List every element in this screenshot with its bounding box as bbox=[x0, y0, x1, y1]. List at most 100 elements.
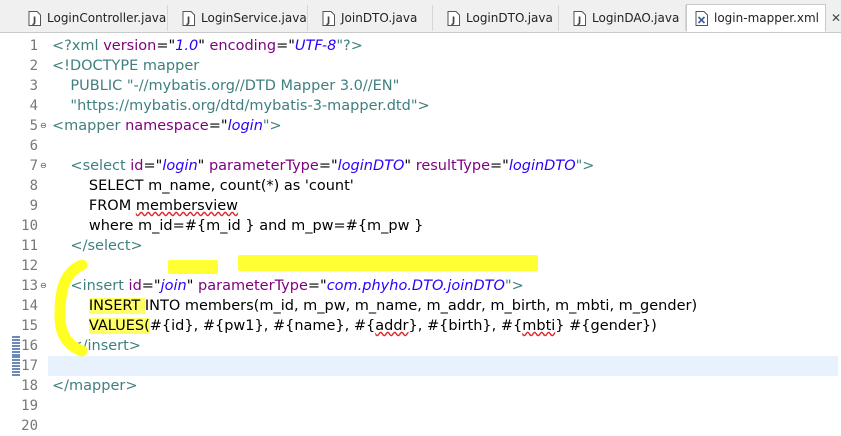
token: login bbox=[227, 118, 263, 134]
token: com.phyho.DTO.joinDTO bbox=[326, 278, 505, 294]
code-line: 1 <?xml version="1.0" encoding="UTF-8"?> bbox=[0, 36, 841, 56]
java-file-icon: J bbox=[322, 10, 335, 26]
highlighted-token: INSERT bbox=[88, 298, 145, 314]
token: }, #{birth}, #{ bbox=[408, 318, 523, 334]
token: =" bbox=[143, 158, 163, 174]
fold-toggle-icon[interactable]: ⊖ bbox=[40, 162, 48, 170]
java-file-icon: J bbox=[573, 10, 586, 26]
line-number: 4 bbox=[29, 98, 38, 114]
token: parameterType bbox=[198, 278, 308, 294]
token: loginDTO bbox=[508, 158, 576, 174]
token: login bbox=[162, 158, 198, 174]
java-file-icon: J bbox=[447, 10, 460, 26]
code-line: 2 <!DOCTYPE mapper bbox=[0, 56, 841, 76]
token: =" bbox=[208, 118, 228, 134]
token: " bbox=[404, 158, 416, 174]
token: <?xml bbox=[52, 38, 104, 54]
code-line: 4 "https://mybatis.org/dtd/mybatis-3-map… bbox=[0, 96, 841, 116]
line-number: 1 bbox=[29, 38, 38, 54]
code-line: 18 </mapper> bbox=[0, 376, 841, 396]
token: resultType bbox=[415, 158, 491, 174]
line-number: 2 bbox=[29, 58, 38, 74]
code-line: 20 bbox=[0, 416, 841, 436]
code-text: <insert id="join" parameterType="com.phy… bbox=[52, 276, 523, 296]
line-number: 11 bbox=[21, 238, 38, 254]
code-text: PUBLIC "-//mybatis.org//DTD Mapper 3.0//… bbox=[52, 78, 400, 94]
code-text: FROM membersview bbox=[52, 196, 238, 216]
line-number: 5 bbox=[29, 118, 38, 134]
code-line: 13 ⊖ <insert id="join" parameterType="co… bbox=[0, 276, 841, 296]
line-number: 20 bbox=[21, 418, 38, 434]
token: namespace bbox=[125, 118, 209, 134]
svg-text:J: J bbox=[326, 16, 330, 26]
token: =" bbox=[318, 158, 338, 174]
token: =" bbox=[307, 278, 327, 294]
code-text: </mapper> bbox=[52, 378, 138, 394]
code-text: INSERT INTO members(m_id, m_pw, m_name, … bbox=[52, 296, 697, 316]
code-text: </select> bbox=[52, 238, 143, 254]
java-file-icon: J bbox=[182, 10, 195, 26]
tab-label: LoginDAO.java bbox=[592, 11, 680, 25]
code-line: 5 ⊖ <mapper namespace="login"> bbox=[0, 116, 841, 136]
current-line-highlight bbox=[48, 356, 838, 376]
code-text: <mapper namespace="login"> bbox=[52, 116, 282, 136]
tab-join-dto[interactable]: J JoinDTO.java bbox=[308, 5, 433, 31]
token: } #{gender}) bbox=[555, 318, 657, 334]
code-text: <?xml version="1.0" encoding="UTF-8"?> bbox=[52, 36, 363, 56]
token: " bbox=[197, 158, 209, 174]
token: #{id}, #{pw1}, #{name}, #{ bbox=[149, 318, 376, 334]
token: id bbox=[130, 158, 144, 174]
current-code-line: 17 bbox=[0, 356, 841, 376]
code-line: 10 where m_id=#{m_id } and m_pw=#{m_pw } bbox=[0, 216, 841, 236]
token: encoding bbox=[209, 38, 277, 54]
token: UTF-8 bbox=[294, 38, 337, 54]
token: FROM bbox=[52, 198, 136, 214]
svg-text:J: J bbox=[451, 16, 455, 26]
tab-login-dto[interactable]: J LoginDTO.java bbox=[433, 5, 559, 31]
tab-login-mapper-xml[interactable]: login-mapper.xml ✕ bbox=[686, 4, 841, 32]
spelling-error: membersview bbox=[135, 198, 239, 214]
svg-text:J: J bbox=[186, 16, 190, 26]
line-number: 18 bbox=[21, 378, 38, 394]
xml-editor[interactable]: 1 <?xml version="1.0" encoding="UTF-8"?>… bbox=[0, 33, 841, 434]
token: <mapper bbox=[52, 118, 126, 134]
close-icon[interactable]: ✕ bbox=[831, 11, 841, 25]
line-number: 16 bbox=[21, 338, 38, 354]
tab-label: JoinDTO.java bbox=[341, 11, 418, 25]
fold-toggle-icon[interactable]: ⊖ bbox=[40, 122, 48, 130]
code-line: 6 bbox=[0, 136, 841, 156]
token: =" bbox=[156, 38, 176, 54]
token: loginDTO bbox=[337, 158, 405, 174]
token: =" bbox=[276, 38, 295, 54]
xml-file-icon bbox=[695, 10, 708, 26]
code-line: 15 VALUES(#{id}, #{pw1}, #{name}, #{addr… bbox=[0, 316, 841, 336]
token: id bbox=[128, 278, 142, 294]
token: INTO members(m_id, m_pw, m_name, m_addr,… bbox=[144, 298, 698, 314]
token: join bbox=[160, 278, 187, 294]
token: "> bbox=[575, 158, 595, 174]
line-number: 6 bbox=[29, 138, 38, 154]
code-line: 16 </insert> bbox=[0, 336, 841, 356]
line-number: 10 bbox=[21, 218, 38, 234]
line-number: 3 bbox=[29, 78, 38, 94]
token: =" bbox=[490, 158, 509, 174]
tab-login-controller[interactable]: J LoginController.java bbox=[14, 5, 168, 31]
line-number: 8 bbox=[29, 178, 38, 194]
tab-login-service[interactable]: J LoginService.java bbox=[168, 5, 308, 31]
editor-tab-bar: J LoginController.java J LoginService.ja… bbox=[0, 0, 841, 33]
code-text: "https://mybatis.org/dtd/mybatis-3-mappe… bbox=[52, 98, 430, 114]
token: "> bbox=[262, 118, 282, 134]
tab-label: LoginController.java bbox=[47, 11, 167, 25]
tab-login-dao[interactable]: J LoginDAO.java bbox=[559, 5, 686, 31]
tab-label: LoginDTO.java bbox=[466, 11, 553, 25]
line-number: 7 bbox=[29, 158, 38, 174]
code-line: 12 bbox=[0, 256, 841, 276]
fold-toggle-icon[interactable]: ⊖ bbox=[40, 282, 48, 290]
line-number: 14 bbox=[21, 298, 38, 314]
token: " bbox=[198, 38, 210, 54]
code-line: 8 SELECT m_name, count(*) as 'count' bbox=[0, 176, 841, 196]
code-line: 9 FROM membersview bbox=[0, 196, 841, 216]
token: =" bbox=[141, 278, 161, 294]
